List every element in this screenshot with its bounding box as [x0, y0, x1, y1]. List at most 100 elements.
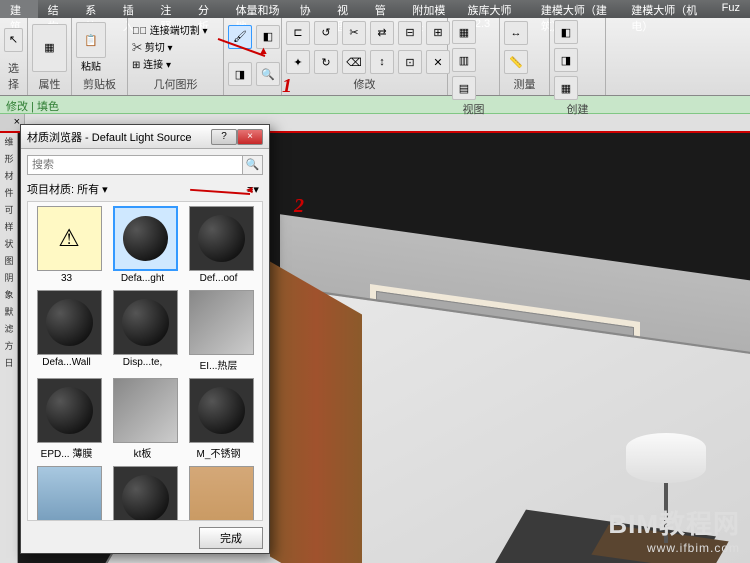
search-input[interactable] [27, 155, 243, 175]
modify-tool[interactable]: ↺ [314, 21, 338, 45]
wood-wall [270, 261, 362, 563]
material-thumb[interactable]: ⚠ [37, 206, 102, 271]
material-thumb[interactable] [113, 466, 178, 521]
tab-manage[interactable]: 管理 [365, 0, 403, 18]
tool-icon[interactable]: ◨ [228, 62, 252, 86]
view-tool[interactable]: ▤ [452, 76, 476, 100]
tab-analyze[interactable]: 分析 [188, 0, 226, 18]
side-item[interactable]: 阴 [1, 270, 17, 286]
tab-insert[interactable]: 插入 [113, 0, 151, 18]
tab-arch[interactable]: 建筑 [0, 0, 38, 18]
join-button[interactable]: ⊞ 连接 ▾ [132, 56, 219, 71]
done-button[interactable]: 完成 [199, 527, 263, 549]
create-tool[interactable]: ◧ [554, 20, 578, 44]
group-measure-label: 测量 [504, 75, 545, 93]
material-item[interactable]: kt板 [110, 378, 180, 460]
modify-tool[interactable]: ↻ [314, 50, 338, 74]
material-thumb[interactable] [113, 378, 178, 443]
modify-tool[interactable]: ✂ [342, 21, 366, 45]
tab-family[interactable]: 族库大师V2.3 [458, 0, 531, 18]
material-label: M_不锈钢 [186, 445, 251, 460]
material-thumb[interactable] [37, 290, 102, 355]
material-thumb[interactable] [37, 378, 102, 443]
group-view-label: 视图 [452, 100, 495, 118]
modify-tool[interactable]: ⇄ [370, 21, 394, 45]
create-tool[interactable]: ▦ [554, 76, 578, 100]
side-item[interactable]: 样 [1, 219, 17, 235]
close-button[interactable]: × [237, 129, 263, 145]
material-thumb[interactable] [189, 206, 254, 271]
material-thumb[interactable] [113, 290, 178, 355]
tool-icon[interactable]: ◧ [256, 25, 280, 49]
side-item[interactable]: 方 [1, 338, 17, 354]
material-label: Defa...Wall [34, 357, 99, 368]
measure-tool[interactable]: ↔ [504, 21, 528, 45]
tab-annotate[interactable]: 注释 [150, 0, 188, 18]
side-item[interactable]: 图 [1, 253, 17, 269]
material-item[interactable]: Defa...ght [110, 206, 180, 284]
material-thumb[interactable] [189, 378, 254, 443]
properties-button[interactable]: ▦ [32, 24, 67, 72]
material-label: Disp...te, [110, 357, 175, 368]
modify-tool[interactable]: ⊡ [398, 50, 422, 74]
material-item[interactable]: Defa...Wall [34, 290, 104, 372]
filter-dropdown[interactable]: 项目材质: 所有 ▾ [27, 181, 243, 197]
material-item[interactable]: EI...热层 [186, 290, 256, 372]
side-item[interactable]: 件 [1, 185, 17, 201]
tab-struct[interactable]: 结构 [38, 0, 76, 18]
side-item[interactable]: 材 [1, 168, 17, 184]
material-item[interactable]: Def...oof [186, 206, 256, 284]
modify-tool[interactable]: ✕ [426, 50, 450, 74]
tab-view[interactable]: 视图 [327, 0, 365, 18]
group-clipboard-label: 剪贴板 [76, 75, 123, 93]
tab-collab[interactable]: 协作 [290, 0, 328, 18]
tab-arch-master[interactable]: 建模大师（建筑） [531, 0, 621, 18]
material-label: 33 [34, 273, 99, 284]
material-item[interactable] [110, 466, 180, 521]
modify-tool[interactable]: ✦ [286, 50, 310, 74]
material-item[interactable]: M_不锈钢 [186, 378, 256, 460]
view-tool[interactable]: ▦ [452, 20, 476, 44]
modify-tool[interactable]: ⌫ [342, 50, 366, 74]
material-thumb[interactable] [189, 466, 254, 521]
paste-button[interactable]: 📋 [76, 22, 106, 58]
tab-system[interactable]: 系统 [75, 0, 113, 18]
side-item[interactable]: 默 [1, 304, 17, 320]
tab-addin[interactable]: 附加模块 [402, 0, 457, 18]
material-label: kt板 [110, 445, 175, 460]
modify-tool[interactable]: ⊟ [398, 21, 422, 45]
modify-tool[interactable]: ⊏ [286, 21, 310, 45]
measure-tool[interactable]: 📏 [504, 50, 528, 74]
side-item[interactable]: 日 [1, 355, 17, 371]
cope-button[interactable]: �⃞ 连接端切割 ▾ [132, 22, 219, 37]
material-browser-titlebar[interactable]: 材质浏览器 - Default Light Source ? × [21, 125, 269, 149]
modify-tool[interactable]: ↕ [370, 50, 394, 74]
help-button[interactable]: ? [211, 129, 237, 145]
material-item[interactable] [186, 466, 256, 521]
search-icon[interactable]: 🔍 [243, 155, 263, 175]
material-thumb[interactable] [113, 206, 178, 271]
material-item[interactable] [34, 466, 104, 521]
material-thumb[interactable] [37, 466, 102, 521]
material-thumb[interactable] [189, 290, 254, 355]
side-item[interactable]: 状 [1, 236, 17, 252]
side-item[interactable]: 维 [1, 134, 17, 150]
material-item[interactable]: EPD... 薄膜 [34, 378, 104, 460]
material-item[interactable]: ⚠ 33 [34, 206, 104, 284]
tab-mass[interactable]: 体量和场地 [226, 0, 290, 18]
side-item[interactable]: 象 [1, 287, 17, 303]
status-bar: 修改 | 填色 [0, 96, 750, 114]
tab-mep-master[interactable]: 建模大师（机电） [621, 0, 711, 18]
tool-icon[interactable]: 🔍 [256, 62, 280, 86]
side-item[interactable]: 可 [1, 202, 17, 218]
material-item[interactable]: Disp...te, [110, 290, 180, 372]
side-item[interactable]: 形 [1, 151, 17, 167]
group-geometry-label: 几何图形 [132, 75, 219, 93]
modify-tool[interactable]: ⊞ [426, 21, 450, 45]
side-item[interactable]: 滤 [1, 321, 17, 337]
view-tool[interactable]: ▥ [452, 48, 476, 72]
create-tool[interactable]: ◨ [554, 48, 578, 72]
tab-fuz[interactable]: Fuz [712, 0, 750, 18]
select-tool-icon[interactable]: ↖ [4, 28, 23, 52]
cut-button[interactable]: ✂ 剪切 ▾ [132, 39, 219, 54]
